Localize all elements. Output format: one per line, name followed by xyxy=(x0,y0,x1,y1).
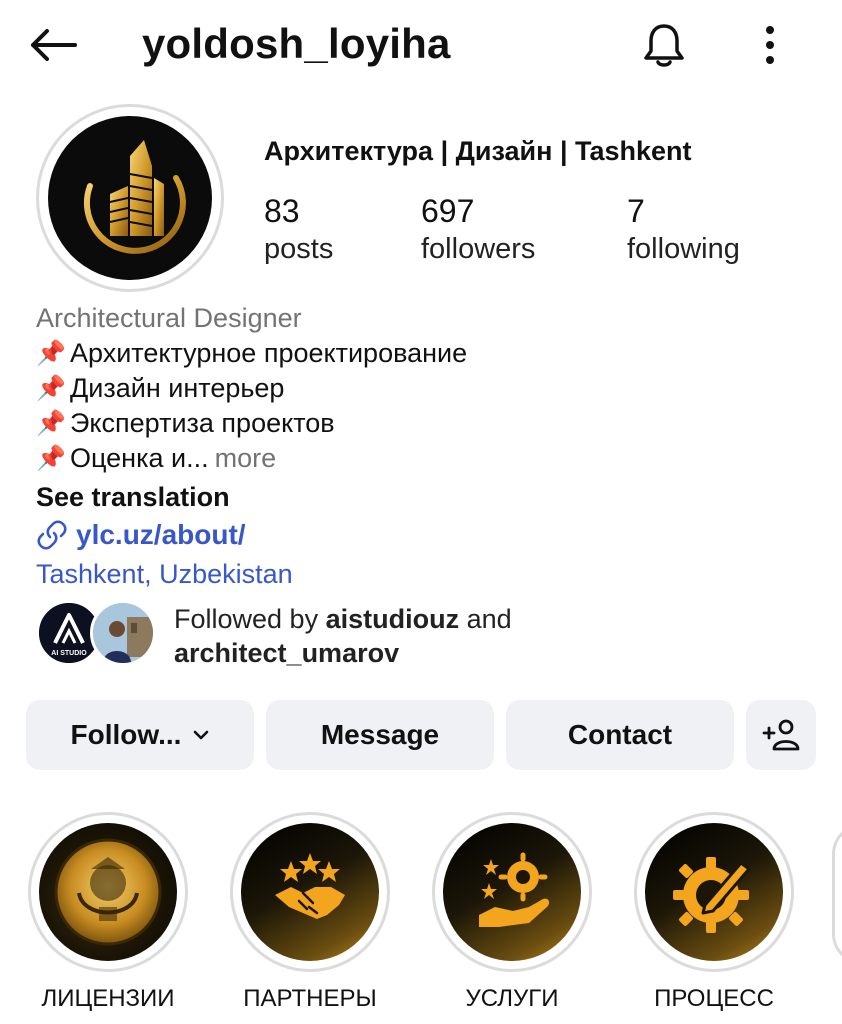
handshake-icon xyxy=(275,853,345,919)
back-button[interactable] xyxy=(26,20,80,70)
bio-line-text: Архитектурное проектирование xyxy=(70,338,468,368)
pin-icon: 📌 xyxy=(36,410,66,437)
followed-joiner: and xyxy=(459,604,512,634)
highlight-label: ЛИЦЕНЗИИ xyxy=(41,985,175,1012)
followed-user-1: aistudiouz xyxy=(325,604,460,634)
hand-gear-icon xyxy=(479,852,550,927)
posts-value: 83 xyxy=(264,193,300,229)
followed-by[interactable]: AI STUDIO Followed by aistudiouz and arc… xyxy=(36,600,796,672)
bell-icon xyxy=(644,24,684,67)
add-user-button[interactable] xyxy=(746,700,816,770)
bio-line: 📌 Оценка и... more xyxy=(36,441,816,476)
bio-line-text: Экспертиза проектов xyxy=(70,408,335,438)
highlight-ring xyxy=(28,812,188,972)
message-button[interactable]: Message xyxy=(266,700,494,770)
followers-count[interactable]: 697 followers xyxy=(421,192,535,268)
profile-avatar[interactable] xyxy=(36,104,224,292)
arrow-left-icon xyxy=(31,29,77,61)
following-count[interactable]: 7 following xyxy=(627,192,740,268)
bio-line: 📌 Дизайн интерьер xyxy=(36,371,816,406)
highlight-licenses[interactable]: ЛИЦЕНЗИИ xyxy=(22,812,194,1014)
link-icon xyxy=(37,520,67,550)
followed-by-text: Followed by aistudiouz and architect_uma… xyxy=(174,602,512,670)
pin-icon: 📌 xyxy=(36,445,66,472)
bio-role: Architectural Designer xyxy=(36,303,302,333)
more-options-button[interactable] xyxy=(750,18,790,72)
vertical-dots-icon xyxy=(766,26,774,64)
highlight-label: ПАРТНЕРЫ xyxy=(243,985,377,1012)
highlight-partial[interactable] xyxy=(832,824,842,964)
highlight-ring xyxy=(230,812,390,972)
pin-icon: 📌 xyxy=(36,375,66,402)
emblem-icon xyxy=(54,838,162,946)
ai-studio-logo-text: AI STUDIO xyxy=(51,650,87,657)
add-user-icon xyxy=(762,719,800,751)
following-value: 7 xyxy=(627,193,645,229)
followers-value: 697 xyxy=(421,193,475,229)
website-link[interactable]: ylc.uz/about/ xyxy=(36,516,246,554)
posts-count[interactable]: 83 posts xyxy=(264,192,333,268)
building-logo-icon xyxy=(83,140,186,254)
bio-line-text: Дизайн интерьер xyxy=(70,373,285,403)
profile-bio: Architectural Designer 📌 Архитектурное п… xyxy=(36,300,816,594)
highlight-cover xyxy=(39,823,177,961)
location-link[interactable]: Tashkent, Uzbekistan xyxy=(36,554,293,594)
highlight-partners[interactable]: ПАРТНЕРЫ xyxy=(224,812,396,1014)
avatar-image xyxy=(48,116,212,280)
highlight-label: УСЛУГИ xyxy=(465,985,559,1012)
chevron-down-icon xyxy=(193,729,209,741)
profile-category: Архитектура | Дизайн | Tashkent xyxy=(264,136,692,166)
following-button-label: Follow... xyxy=(70,719,182,750)
following-button[interactable]: Follow... xyxy=(26,700,254,770)
bio-more-link[interactable]: more xyxy=(215,441,277,476)
followed-user-2: architect_umarov xyxy=(174,638,400,668)
following-label: following xyxy=(627,233,740,265)
bio-line: 📌 Экспертиза проектов xyxy=(36,406,816,441)
top-bar: yoldosh_loyiha xyxy=(0,0,842,92)
bio-line-text: Оценка и... xyxy=(70,443,209,473)
website-link-text: ylc.uz/about/ xyxy=(76,519,246,550)
highlight-cover xyxy=(241,823,379,961)
highlight-services[interactable]: УСЛУГИ xyxy=(426,812,598,1014)
see-translation-link[interactable]: See translation xyxy=(36,478,230,516)
followed-prefix: Followed by xyxy=(174,604,326,634)
bio-line: 📌 Архитектурное проектирование xyxy=(36,336,816,371)
person-photo-icon xyxy=(93,603,153,663)
avatar xyxy=(90,600,156,666)
highlight-cover xyxy=(645,823,783,961)
gear-pencil-icon xyxy=(673,857,751,933)
posts-label: posts xyxy=(264,233,334,265)
highlight-label: ПРОЦЕСС xyxy=(654,985,774,1012)
contact-button[interactable]: Contact xyxy=(506,700,734,770)
highlight-cover xyxy=(443,823,581,961)
profile-username: yoldosh_loyiha xyxy=(142,20,451,67)
pin-icon: 📌 xyxy=(36,340,66,367)
highlight-ring xyxy=(432,812,592,972)
highlight-process[interactable]: ПРОЦЕСС xyxy=(628,812,800,1014)
notifications-button[interactable] xyxy=(636,18,692,72)
highlight-ring xyxy=(634,812,794,972)
followers-label: followers xyxy=(421,233,536,265)
